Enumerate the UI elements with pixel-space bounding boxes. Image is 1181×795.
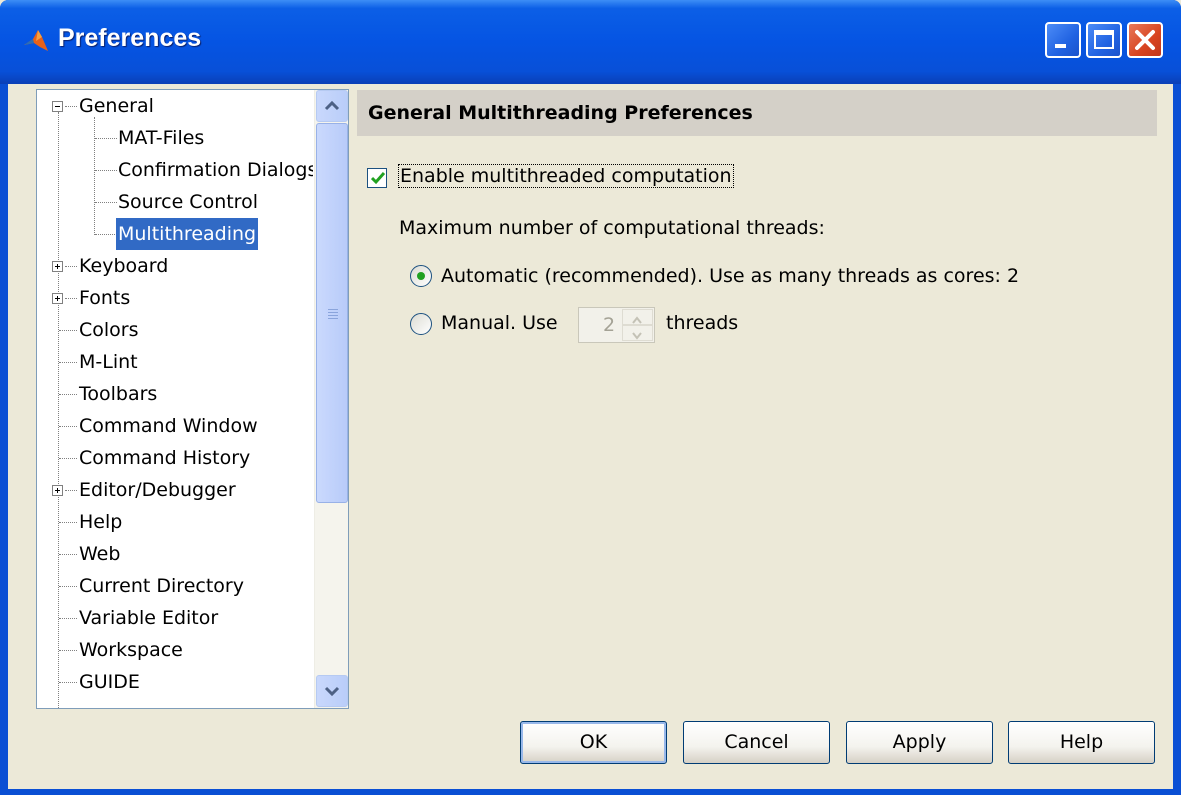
- enable-multithreading-checkbox[interactable]: [367, 168, 387, 188]
- chevron-up-icon: [324, 100, 340, 111]
- collapse-icon[interactable]: [52, 101, 63, 112]
- tree-label: Confirmation Dialogs: [118, 159, 313, 181]
- tree-label: Workspace: [79, 639, 183, 661]
- tree-label: Keyboard: [79, 255, 169, 277]
- enable-label-text: Enable multithreaded computation: [398, 164, 734, 188]
- tree-item-help[interactable]: Help: [37, 506, 313, 538]
- max-threads-label: Maximum number of computational threads:: [399, 217, 825, 239]
- tree-item-multithreading[interactable]: Multithreading: [37, 218, 313, 250]
- manual-radio[interactable]: [410, 313, 432, 335]
- tree-content: General MAT-Files Confirmation Dialogs S…: [37, 90, 313, 708]
- maximize-icon: [1094, 30, 1114, 49]
- tree-label: Toolbars: [79, 383, 158, 405]
- automatic-radio-label[interactable]: Automatic (recommended). Use as many thr…: [441, 265, 1019, 287]
- tree-label: General: [79, 95, 154, 117]
- cancel-button[interactable]: Cancel: [683, 721, 830, 764]
- tree-item-toolbars[interactable]: Toolbars: [37, 378, 313, 410]
- scroll-up-button[interactable]: [316, 90, 348, 122]
- spinner-up-button[interactable]: [622, 309, 653, 325]
- ok-button[interactable]: OK: [520, 721, 667, 764]
- tree-item-fonts[interactable]: Fonts: [37, 282, 313, 314]
- tree-label: MAT-Files: [118, 127, 205, 149]
- chevron-down-icon: [632, 332, 642, 340]
- help-button[interactable]: Help: [1008, 721, 1155, 764]
- tree-item-general[interactable]: General: [37, 90, 313, 122]
- tree-scrollbar[interactable]: [314, 90, 348, 708]
- tree-item-m-lint[interactable]: M-Lint: [37, 346, 313, 378]
- checkmark-icon: [371, 172, 385, 185]
- tree-item-current-directory[interactable]: Current Directory: [37, 570, 313, 602]
- tree-label: Current Directory: [79, 575, 244, 597]
- tree-item-mat-files[interactable]: MAT-Files: [37, 122, 313, 154]
- panel-header: General Multithreading Preferences: [357, 90, 1157, 136]
- automatic-radio[interactable]: [410, 265, 432, 287]
- tree-label: Command History: [79, 447, 251, 469]
- tree-item-guide[interactable]: GUIDE: [37, 666, 313, 698]
- maximize-button[interactable]: [1086, 22, 1122, 58]
- tree-label: Command Window: [79, 415, 258, 437]
- tree-label: M-Lint: [79, 351, 138, 373]
- tree-item-confirmation-dialogs[interactable]: Confirmation Dialogs: [37, 154, 313, 186]
- expand-icon[interactable]: [52, 293, 63, 304]
- enable-multithreading-label[interactable]: Enable multithreaded computation: [398, 164, 734, 188]
- tree-item-command-window[interactable]: Command Window: [37, 410, 313, 442]
- tree-item-editor-debugger[interactable]: Editor/Debugger: [37, 474, 313, 506]
- minimize-icon: [1055, 44, 1066, 48]
- tree-label: GUIDE: [79, 671, 140, 693]
- preferences-tree[interactable]: General MAT-Files Confirmation Dialogs S…: [36, 89, 349, 709]
- tree-item-colors[interactable]: Colors: [37, 314, 313, 346]
- threads-spinner[interactable]: 2: [578, 307, 655, 343]
- scroll-thumb[interactable]: [316, 123, 348, 503]
- scroll-down-button[interactable]: [316, 675, 348, 707]
- tree-label: Web: [79, 543, 121, 565]
- tree-label: Editor/Debugger: [79, 479, 236, 501]
- tree-item-variable-editor[interactable]: Variable Editor: [37, 602, 313, 634]
- expand-icon[interactable]: [52, 261, 63, 272]
- close-icon: [1135, 30, 1155, 50]
- threads-suffix-label: threads: [666, 312, 739, 334]
- title-bar[interactable]: Preferences: [0, 0, 1181, 84]
- tree-label: Colors: [79, 319, 139, 341]
- window-title: Preferences: [58, 24, 202, 52]
- spinner-down-button[interactable]: [622, 325, 653, 341]
- apply-button[interactable]: Apply: [846, 721, 993, 764]
- tree-item-source-control[interactable]: Source Control: [37, 186, 313, 218]
- preferences-window: Preferences General MAT-Files Confirmati…: [0, 0, 1181, 795]
- tree-label: Help: [79, 511, 123, 533]
- tree-label: Source Control: [118, 191, 258, 213]
- threads-spinner-value: 2: [603, 314, 616, 336]
- chevron-down-icon: [324, 686, 340, 697]
- tree-item-web[interactable]: Web: [37, 538, 313, 570]
- close-button[interactable]: [1127, 22, 1163, 58]
- tree-item-command-history[interactable]: Command History: [37, 442, 313, 474]
- tree-item-workspace[interactable]: Workspace: [37, 634, 313, 666]
- tree-label: Variable Editor: [79, 607, 219, 629]
- tree-item-keyboard[interactable]: Keyboard: [37, 250, 313, 282]
- tree-label-selected: Multithreading: [116, 218, 259, 250]
- expand-icon[interactable]: [52, 485, 63, 496]
- manual-radio-label[interactable]: Manual. Use: [441, 312, 558, 334]
- dialog-client-area: General MAT-Files Confirmation Dialogs S…: [8, 84, 1173, 789]
- tree-label: Fonts: [79, 287, 131, 309]
- minimize-button[interactable]: [1045, 22, 1081, 58]
- radio-selected-dot: [417, 272, 425, 280]
- matlab-logo-icon: [24, 30, 48, 51]
